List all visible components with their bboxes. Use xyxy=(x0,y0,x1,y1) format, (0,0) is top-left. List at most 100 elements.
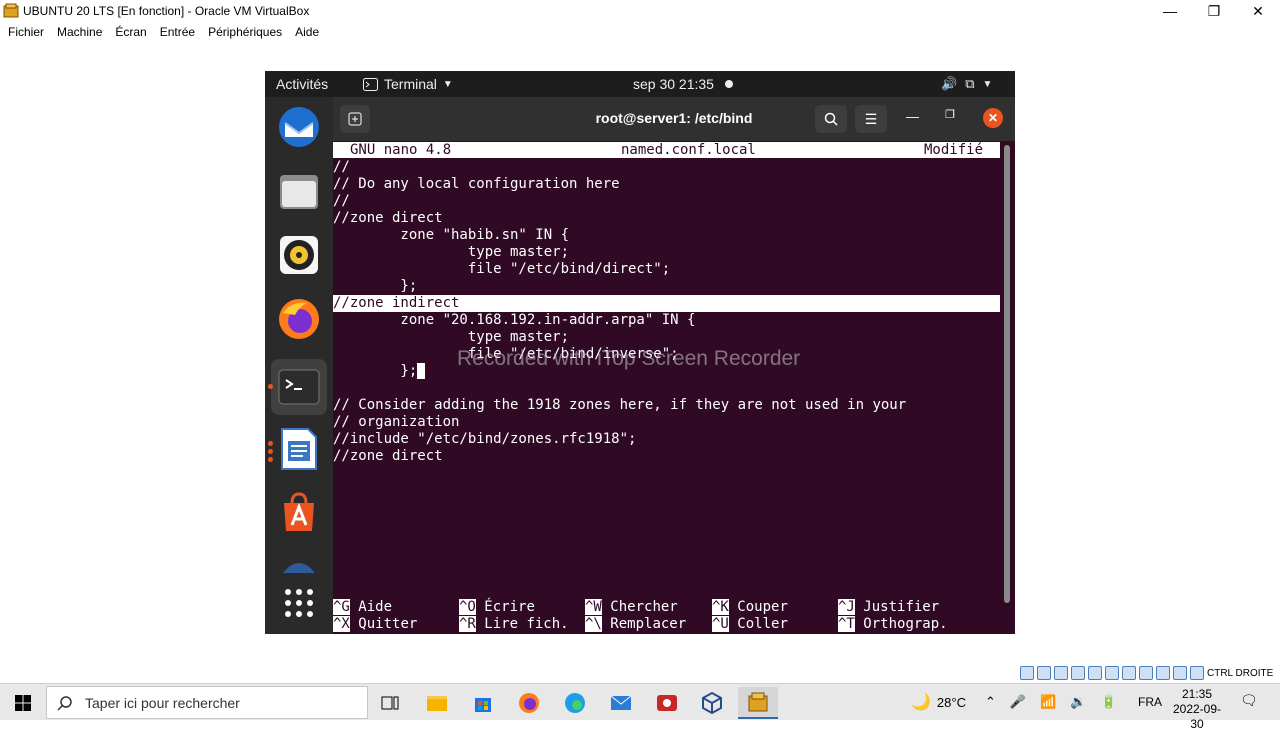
display-status-icon[interactable] xyxy=(1122,666,1136,680)
shortcut-remplacer[interactable]: ^\ Remplacer xyxy=(585,616,686,633)
vbox-menubar: Fichier Machine Écran Entrée Périphériqu… xyxy=(0,22,1280,42)
dock-partial-item[interactable] xyxy=(277,553,321,573)
taskbar-3d-app[interactable] xyxy=(692,687,732,719)
shortcut-couper[interactable]: ^K Couper xyxy=(712,599,788,616)
menu-aide[interactable]: Aide xyxy=(295,25,319,39)
editor-line-selected[interactable]: //zone indirect xyxy=(333,295,1000,312)
menu-peripheriques[interactable]: Périphériques xyxy=(208,25,282,39)
search-icon xyxy=(824,112,838,126)
taskbar-screen-recorder[interactable] xyxy=(647,687,687,719)
clock-time: 21:35 xyxy=(1181,687,1213,701)
editor-line[interactable]: //zone direct xyxy=(333,448,443,465)
taskbar-mail[interactable] xyxy=(601,687,641,719)
app-menu-terminal[interactable]: Terminal ▼ xyxy=(363,76,453,92)
cube-icon xyxy=(702,692,722,714)
shortcut-lire-fichier[interactable]: ^R Lire fich. xyxy=(459,616,569,633)
shortcut-orthographe[interactable]: ^T Orthograp. xyxy=(838,616,948,633)
activities-button[interactable]: Activités xyxy=(276,76,328,92)
mouse-integration-icon[interactable] xyxy=(1173,666,1187,680)
editor-line[interactable]: }; xyxy=(333,278,417,295)
input-language[interactable]: FRA xyxy=(1138,695,1162,709)
system-tray-icons: ⌃ 🎤 📶 🔉 🔋 xyxy=(985,694,1117,710)
vm-display[interactable]: Activités Terminal ▼ sep 30 21:35 🔊 ⧉ ▼ xyxy=(265,71,1015,634)
cpu-status-icon[interactable] xyxy=(1156,666,1170,680)
shortcut-chercher[interactable]: ^W Chercher xyxy=(585,599,678,616)
editor-line[interactable]: zone "20.168.192.in-addr.arpa" IN { xyxy=(333,312,695,329)
shortcut-ecrire[interactable]: ^O Écrire xyxy=(459,599,535,616)
hdd-status-icon[interactable] xyxy=(1020,666,1034,680)
dock-files[interactable] xyxy=(277,169,321,213)
terminal-menu-button[interactable]: ☰ xyxy=(855,105,887,133)
weather-widget[interactable]: 🌙 28°C xyxy=(911,692,966,712)
close-window-button[interactable]: ✕ xyxy=(1236,0,1280,22)
editor-line[interactable]: // organization xyxy=(333,414,459,431)
terminal-scrollbar[interactable] xyxy=(1004,145,1010,603)
dock-firefox[interactable] xyxy=(277,297,321,341)
editor-line[interactable]: zone "habib.sn" IN { xyxy=(333,227,569,244)
dock-terminal[interactable] xyxy=(271,359,327,415)
editor-line[interactable]: //include "/etc/bind/zones.rfc1918"; xyxy=(333,431,636,448)
shortcut-aide[interactable]: ^G Aide xyxy=(333,599,392,616)
dock-libreoffice-writer[interactable] xyxy=(277,427,321,471)
battery-icon[interactable]: 🔋 xyxy=(1100,694,1116,710)
nano-filename: named.conf.local xyxy=(621,142,756,158)
windows-logo-icon xyxy=(15,694,31,711)
menu-machine[interactable]: Machine xyxy=(57,25,102,39)
minimize-button[interactable]: — xyxy=(1148,0,1192,22)
nano-shortcuts-row-1: ^G Aide ^O Écrire ^W Chercher ^K Couper … xyxy=(333,599,1000,616)
dock-thunderbird[interactable] xyxy=(277,105,321,149)
wifi-icon[interactable]: 📶 xyxy=(1040,694,1056,710)
shared-folders-icon[interactable] xyxy=(1105,666,1119,680)
app-menu-label: Terminal xyxy=(384,76,437,92)
search-placeholder: Taper ici pour rechercher xyxy=(85,694,240,711)
task-view-button[interactable] xyxy=(370,687,410,719)
nano-shortcuts-row-2: ^X Quitter ^R Lire fich. ^\ Remplacer ^U… xyxy=(333,616,1000,633)
editor-line-with-cursor[interactable]: }; xyxy=(333,363,426,380)
terminal-close-button[interactable]: ✕ xyxy=(983,108,1003,128)
shortcut-quitter[interactable]: ^X Quitter xyxy=(333,616,417,633)
system-tray[interactable]: 🔊 ⧉ ▼ xyxy=(941,76,992,92)
taskbar-firefox[interactable] xyxy=(509,687,549,719)
microphone-icon[interactable]: 🎤 xyxy=(1010,694,1026,710)
menu-fichier[interactable]: Fichier xyxy=(8,25,44,39)
taskbar-store[interactable] xyxy=(463,687,503,719)
terminal-maximize-button[interactable]: ❐ xyxy=(945,108,955,121)
audio-status-icon[interactable] xyxy=(1054,666,1068,680)
taskbar-clock[interactable]: 21:35 2022-09-30 xyxy=(1168,687,1226,732)
chevron-up-icon[interactable]: ⌃ xyxy=(985,694,996,710)
recording-status-icon[interactable] xyxy=(1139,666,1153,680)
editor-line[interactable]: type master; xyxy=(333,244,569,261)
show-applications-button[interactable] xyxy=(277,581,321,625)
editor-line[interactable]: // xyxy=(333,193,350,210)
dock-rhythmbox[interactable] xyxy=(277,233,321,277)
editor-line[interactable]: //zone direct xyxy=(333,210,443,227)
taskbar-search-input[interactable]: Taper ici pour rechercher xyxy=(46,686,368,719)
taskbar-edge[interactable] xyxy=(555,687,595,719)
dock-ubuntu-software[interactable] xyxy=(277,490,321,534)
host-key-label: CTRL DROITE xyxy=(1207,667,1274,679)
network-status-icon[interactable] xyxy=(1071,666,1085,680)
usb-status-icon[interactable] xyxy=(1088,666,1102,680)
editor-line[interactable]: file "/etc/bind/direct"; xyxy=(333,261,670,278)
keyboard-capture-icon[interactable] xyxy=(1190,666,1204,680)
start-button[interactable] xyxy=(0,684,46,721)
menu-entree[interactable]: Entrée xyxy=(160,25,195,39)
gnome-clock[interactable]: sep 30 21:35 xyxy=(633,76,714,92)
optical-drive-icon[interactable] xyxy=(1037,666,1051,680)
editor-line[interactable]: // xyxy=(333,159,350,176)
menu-ecran[interactable]: Écran xyxy=(115,25,146,39)
terminal-search-button[interactable] xyxy=(815,105,847,133)
editor-line[interactable]: // Do any local configuration here xyxy=(333,176,620,193)
terminal-body[interactable]: GNU nano 4.8 named.conf.local Modifié //… xyxy=(333,141,1015,634)
taskbar-file-explorer[interactable] xyxy=(417,687,457,719)
speaker-icon[interactable]: 🔉 xyxy=(1070,694,1086,710)
caret-down-icon: ▼ xyxy=(442,78,453,90)
restore-button[interactable]: ❐ xyxy=(1192,0,1236,22)
shortcut-coller[interactable]: ^U Coller xyxy=(712,616,788,633)
taskbar-virtualbox[interactable] xyxy=(738,687,778,719)
editor-line[interactable]: // Consider adding the 1918 zones here, … xyxy=(333,397,906,414)
terminal-minimize-button[interactable]: — xyxy=(906,109,919,124)
editor-line[interactable]: type master; xyxy=(333,329,569,346)
shortcut-justifier[interactable]: ^J Justifier xyxy=(838,599,939,616)
notification-center-icon[interactable]: 🗨 xyxy=(1240,692,1258,709)
